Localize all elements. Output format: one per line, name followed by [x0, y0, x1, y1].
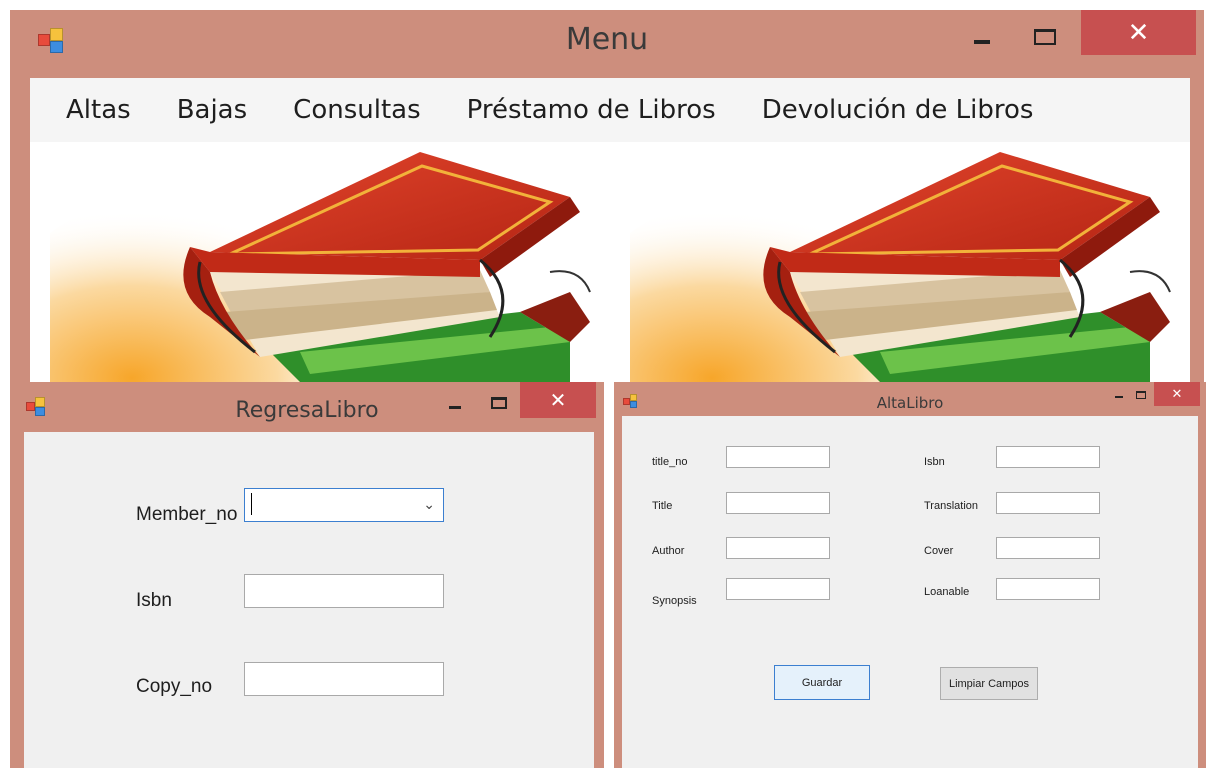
close-button[interactable]: ✕ — [1081, 10, 1196, 55]
menu-titlebar[interactable]: Menu ✕ — [10, 10, 1204, 78]
menu-item-altas[interactable]: Altas — [66, 95, 131, 125]
close-icon: ✕ — [1171, 386, 1183, 402]
loanable-label: Loanable — [924, 586, 970, 598]
minimize-icon — [1115, 396, 1123, 398]
copy-no-field[interactable] — [244, 662, 444, 696]
member-no-combobox[interactable]: ⌄ — [244, 488, 444, 522]
maximize-icon — [1136, 391, 1146, 399]
title-no-field[interactable] — [726, 446, 830, 468]
author-field[interactable] — [726, 537, 830, 559]
synopsis-field[interactable] — [726, 578, 830, 600]
minimize-icon — [974, 40, 990, 44]
cover-field[interactable] — [996, 537, 1100, 559]
close-button[interactable]: ✕ — [520, 382, 596, 418]
translation-label: Translation — [924, 500, 979, 512]
regresalibro-window: RegresaLibro ✕ Member_no ⌄ Isbn Copy_no — [10, 382, 604, 768]
loanable-field[interactable] — [996, 578, 1100, 600]
maximize-icon — [491, 397, 507, 409]
isbn-label: Isbn — [924, 456, 945, 468]
text-caret — [251, 493, 252, 515]
desktop-page: Menu ✕ Altas Bajas Consultas Préstamo de… — [0, 0, 1215, 768]
altalibro-titlebar[interactable]: AltaLibro ✕ — [614, 382, 1206, 418]
minimize-button[interactable] — [440, 388, 470, 418]
chevron-down-icon[interactable]: ⌄ — [423, 497, 435, 513]
menu-window: Menu ✕ Altas Bajas Consultas Préstamo de… — [10, 10, 1204, 382]
altalibro-window: AltaLibro ✕ title_no Title Author Synops… — [614, 382, 1206, 768]
isbn-label: Isbn — [136, 590, 172, 611]
maximize-icon — [1034, 29, 1056, 45]
member-no-label: Member_no — [136, 504, 238, 525]
regresalibro-client-area: Member_no ⌄ Isbn Copy_no — [24, 432, 594, 768]
menu-item-consultas[interactable]: Consultas — [293, 95, 420, 125]
menu-bar: Altas Bajas Consultas Préstamo de Libros… — [30, 78, 1190, 142]
minimize-button[interactable] — [958, 18, 1006, 56]
maximize-button[interactable] — [1020, 18, 1070, 56]
title-field[interactable] — [726, 492, 830, 514]
synopsis-label: Synopsis — [652, 595, 697, 607]
copy-no-label: Copy_no — [136, 676, 213, 697]
menu-item-bajas[interactable]: Bajas — [177, 95, 247, 125]
window-title: RegresaLibro — [235, 398, 379, 423]
limpiar-campos-button[interactable]: Limpiar Campos — [940, 667, 1038, 700]
altalibro-client-area: title_no Title Author Synopsis Isbn Tran… — [622, 416, 1198, 768]
minimize-icon — [449, 405, 461, 409]
translation-field[interactable] — [996, 492, 1100, 514]
books-illustration-right — [630, 152, 1171, 382]
close-button[interactable]: ✕ — [1154, 382, 1200, 406]
title-no-label: title_no — [652, 456, 688, 468]
close-icon: ✕ — [549, 388, 567, 412]
author-label: Author — [652, 545, 685, 557]
menu-client-area: Altas Bajas Consultas Préstamo de Libros… — [30, 78, 1190, 382]
banner-image — [30, 142, 1190, 382]
regresalibro-titlebar[interactable]: RegresaLibro ✕ — [10, 382, 604, 432]
minimize-button[interactable] — [1110, 386, 1128, 404]
books-illustration-left — [50, 152, 591, 382]
close-icon: ✕ — [1127, 17, 1150, 48]
guardar-button[interactable]: Guardar — [774, 665, 870, 700]
isbn-field[interactable] — [996, 446, 1100, 468]
cover-label: Cover — [924, 545, 954, 557]
maximize-button[interactable] — [1132, 386, 1150, 404]
menu-item-devolucion[interactable]: Devolución de Libros — [762, 95, 1034, 125]
title-label: Title — [652, 500, 673, 512]
menu-item-prestamo[interactable]: Préstamo de Libros — [467, 95, 716, 125]
maximize-button[interactable] — [484, 388, 514, 418]
isbn-field[interactable] — [244, 574, 444, 608]
